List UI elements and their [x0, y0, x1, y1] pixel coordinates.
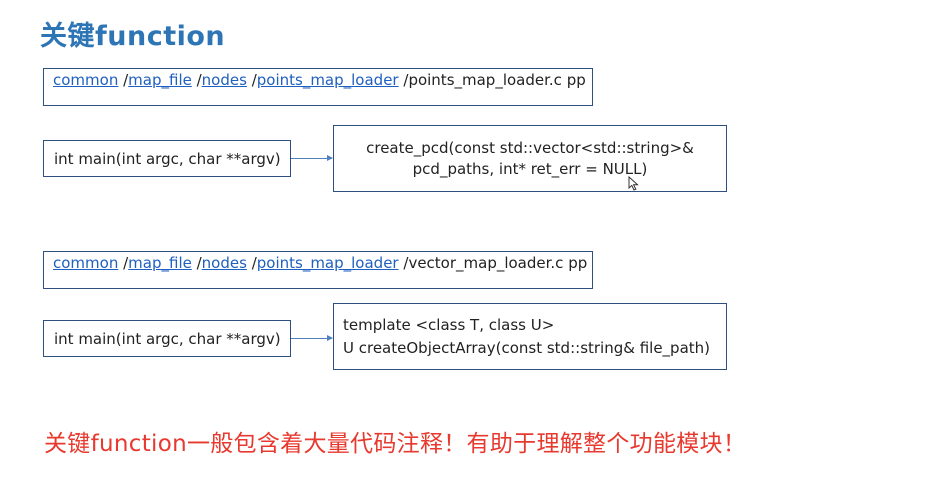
path-link-common[interactable]: common	[53, 254, 118, 272]
path-link-map-file[interactable]: map_file	[128, 71, 192, 89]
path-separator: /	[246, 254, 257, 272]
path-file-name: vector_map_loader.c pp	[408, 254, 588, 272]
path-link-nodes[interactable]: nodes	[202, 71, 247, 89]
path-separator: /	[118, 254, 129, 272]
target-line: U createObjectArray(const std::string& f…	[343, 338, 711, 357]
file-path-vector-map-loader: common /map_file /nodes /points_map_load…	[43, 251, 593, 289]
path-separator: /	[246, 71, 257, 89]
page-title: 关键function	[40, 21, 226, 52]
main-signature: int main(int argc, char **argv)	[54, 149, 281, 168]
file-path-points-map-loader: common /map_file /nodes /points_map_load…	[43, 68, 593, 106]
main-function-box: int main(int argc, char **argv)	[43, 320, 291, 357]
path-link-points-map-loader[interactable]: points_map_loader	[257, 71, 399, 89]
path-link-points-map-loader[interactable]: points_map_loader	[257, 254, 399, 272]
path-link-common[interactable]: common	[53, 71, 118, 89]
path-separator: /	[191, 254, 202, 272]
target-line: template <class T, class U>	[343, 315, 555, 334]
arrow-right-icon	[291, 155, 333, 161]
mouse-cursor-icon	[628, 176, 639, 191]
path-separator: /	[118, 71, 129, 89]
create-pcd-function-box: create_pcd(const std::vector<std::string…	[333, 125, 727, 192]
path-separator: /	[398, 254, 409, 272]
main-function-box: int main(int argc, char **argv)	[43, 140, 291, 177]
path-link-nodes[interactable]: nodes	[202, 254, 247, 272]
path-file-name: points_map_loader.c pp	[408, 71, 586, 89]
create-object-array-function-box: template <class T, class U> U createObje…	[333, 303, 727, 370]
arrow-right-icon	[291, 335, 333, 341]
target-line: create_pcd(const std::vector<std::string…	[366, 138, 694, 157]
target-line: pcd_paths, int* ret_err = NULL)	[412, 159, 648, 178]
path-separator: /	[191, 71, 202, 89]
highlight-note: 关键function一般包含着大量代码注释！有助于理解整个功能模块！	[44, 431, 747, 457]
main-signature: int main(int argc, char **argv)	[54, 329, 281, 348]
path-link-map-file[interactable]: map_file	[128, 254, 192, 272]
path-separator: /	[398, 71, 409, 89]
